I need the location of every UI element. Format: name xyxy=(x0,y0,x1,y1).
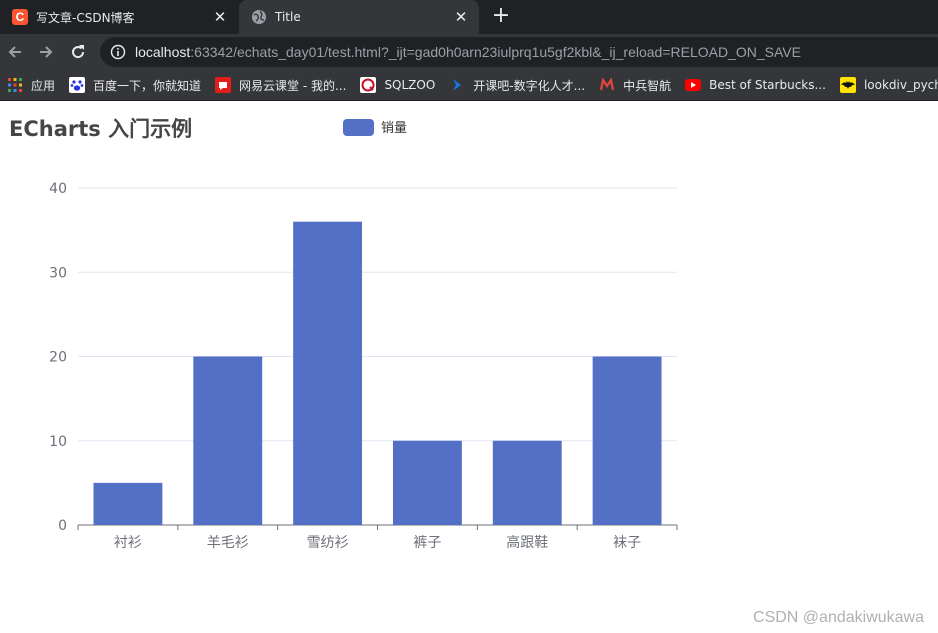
tab-strip: C 写文章-CSDN博客 ✕ Title ✕ + xyxy=(0,0,938,34)
bookmark-kaikeba[interactable]: 开课吧-数字化人才... xyxy=(449,73,585,97)
bookmark-label: Best of Starbucks... xyxy=(709,78,826,92)
baidu-paw-icon xyxy=(69,77,86,93)
bookmark-label: 网易云课堂 - 我的... xyxy=(239,78,347,93)
bookmarks-bar: 应用 百度一下，你就知道 网易云课堂 - 我的... SQLZOO 开课吧-数字… xyxy=(0,70,938,101)
bookmark-netease-study[interactable]: 网易云课堂 - 我的... xyxy=(215,73,346,97)
y-tick-label: 40 xyxy=(49,181,67,197)
tab-csdn[interactable]: C 写文章-CSDN博客 ✕ xyxy=(0,0,238,34)
url-path: :63342/echats_day01/test.html?_ijt=gad0h… xyxy=(190,44,801,60)
m-logo-icon xyxy=(599,77,615,93)
arrow-right-icon xyxy=(40,46,53,58)
bar xyxy=(492,440,562,525)
bookmark-label: SQLZOO xyxy=(384,78,436,92)
x-tick-label: 高跟鞋 xyxy=(506,534,548,551)
address-bar[interactable]: localhost:63342/echats_day01/test.html?_… xyxy=(100,37,938,67)
forward-button[interactable] xyxy=(34,40,58,64)
y-tick-label: 0 xyxy=(58,518,67,534)
x-tick-label: 羊毛衫 xyxy=(207,535,249,551)
url-host: localhost xyxy=(135,44,191,60)
bar xyxy=(592,356,662,525)
reload-button[interactable] xyxy=(66,40,90,64)
bar xyxy=(392,440,462,525)
bookmark-youtube[interactable]: Best of Starbucks... xyxy=(685,73,826,97)
url-text: localhost:63342/echats_day01/test.html?_… xyxy=(135,44,801,60)
csdn-logo-icon: C xyxy=(12,9,28,25)
bookmark-label: 百度一下，你就知道 xyxy=(93,78,202,93)
x-tick-label: 衬衫 xyxy=(114,535,142,551)
bookmark-label: 开课吧-数字化人才... xyxy=(473,78,586,93)
bar-chart: ECharts 入门示例 销量 0 10 20 30 40 衬衫 羊毛衫 雪纺衫 裤子 高跟鞋 袜子 xyxy=(9,117,678,551)
chart-title: ECharts 入门示例 xyxy=(9,117,192,141)
bookmark-label: lookdiv_pych xyxy=(863,78,938,92)
bar xyxy=(293,221,363,525)
apps-grid-icon xyxy=(7,77,23,93)
x-tick-label: 雪纺衫 xyxy=(307,535,349,551)
tab-title-page[interactable]: Title ✕ xyxy=(239,0,479,34)
bookmark-label: 应用 xyxy=(31,78,56,93)
netease-study-icon xyxy=(215,77,232,93)
bar xyxy=(93,482,163,525)
legend-swatch xyxy=(343,119,374,136)
reload-icon xyxy=(72,45,85,59)
bookmark-apps[interactable]: 应用 xyxy=(7,73,55,97)
new-tab-button[interactable]: + xyxy=(489,5,513,29)
tab-title: 写文章-CSDN博客 xyxy=(36,10,135,25)
tab-title: Title xyxy=(275,10,301,24)
y-tick-label: 10 xyxy=(49,434,67,450)
batman-icon xyxy=(839,77,856,93)
watermark: CSDN @andakiwukawa xyxy=(753,609,924,626)
x-tick-label: 袜子 xyxy=(613,535,641,551)
x-tick-label: 裤子 xyxy=(413,535,441,551)
bookmark-zhongbing[interactable]: 中兵智航 xyxy=(599,73,671,97)
legend-label: 销量 xyxy=(381,121,407,136)
bookmark-lookdiv[interactable]: lookdiv_pych xyxy=(839,73,938,97)
bookmark-sqlzoo[interactable]: SQLZOO xyxy=(360,73,435,97)
youtube-icon xyxy=(685,77,702,93)
sqlzoo-icon xyxy=(360,77,377,93)
y-tick-label: 20 xyxy=(49,350,67,366)
page-content: ECharts 入门示例 销量 0 10 20 30 40 衬衫 羊毛衫 雪纺衫 裤子 高跟鞋 袜子 C… xyxy=(0,102,938,633)
y-tick-label: 30 xyxy=(49,265,67,281)
bookmark-baidu[interactable]: 百度一下，你就知道 xyxy=(69,73,201,97)
bar xyxy=(193,356,263,525)
close-icon[interactable]: ✕ xyxy=(212,8,228,26)
close-icon[interactable]: ✕ xyxy=(453,8,469,26)
info-icon[interactable] xyxy=(110,44,126,60)
back-button[interactable] xyxy=(3,40,27,64)
browser-toolbar: localhost:63342/echats_day01/test.html?_… xyxy=(0,34,938,70)
globe-icon xyxy=(251,9,267,25)
arrow-left-icon xyxy=(8,46,21,58)
bookmark-label: 中兵智航 xyxy=(623,78,672,93)
kaikeba-icon xyxy=(449,77,465,93)
